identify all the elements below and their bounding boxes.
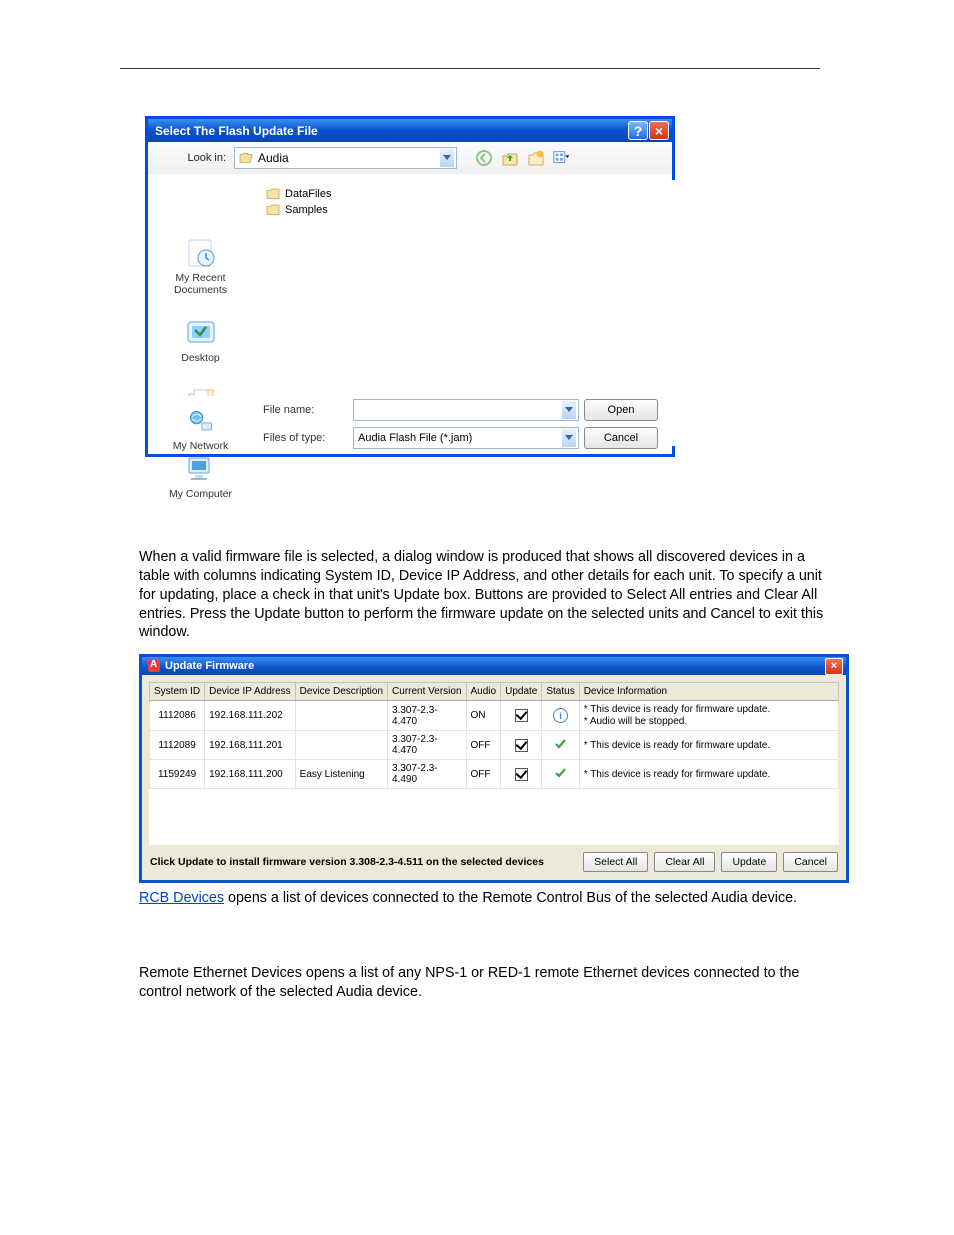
folder-item[interactable]: DataFiles (266, 186, 668, 202)
chevron-down-icon[interactable] (562, 429, 576, 447)
back-icon[interactable] (475, 149, 493, 167)
update-button[interactable]: Update (721, 852, 777, 872)
rcb-devices-link[interactable]: RCB Devices (139, 890, 224, 906)
table-row[interactable]: 1112089 192.168.111.201 3.307-2.3-4.470 … (150, 731, 839, 760)
file-dialog: Select The Flash Update File ? × Look in… (145, 116, 675, 457)
footer-message: Click Update to install firmware version… (150, 856, 577, 868)
folder-icon (266, 188, 280, 200)
views-icon[interactable] (553, 149, 571, 167)
folder-open-icon (239, 152, 253, 164)
col-device-desc[interactable]: Device Description (295, 683, 387, 701)
col-status[interactable]: Status (542, 683, 579, 701)
lookin-row: Look in: Audia (148, 142, 672, 174)
up-one-level-icon[interactable] (501, 149, 519, 167)
update-firmware-dialog: Update Firmware × System ID Device IP Ad… (139, 654, 849, 883)
chevron-down-icon[interactable] (440, 149, 454, 167)
places-bar: My Recent Documents Desktop My Documents… (148, 229, 253, 518)
page-divider (120, 68, 820, 69)
close-button[interactable]: × (825, 658, 843, 675)
body-paragraph: When a valid firmware file is selected, … (139, 548, 839, 642)
lookin-value: Audia (258, 151, 289, 165)
folder-icon (266, 204, 280, 216)
close-button[interactable]: × (649, 121, 669, 140)
update-firmware-title: Update Firmware (165, 660, 254, 672)
place-mycomp[interactable]: My Computer (169, 452, 232, 500)
new-folder-icon[interactable] (527, 149, 545, 167)
lookin-label: Look in: (156, 152, 226, 164)
open-button[interactable]: Open (584, 399, 658, 421)
col-device-ip[interactable]: Device IP Address (205, 683, 296, 701)
col-system-id[interactable]: System ID (150, 683, 205, 701)
app-icon (148, 660, 160, 672)
file-dialog-titlebar[interactable]: Select The Flash Update File ? × (148, 119, 672, 142)
update-firmware-titlebar[interactable]: Update Firmware × (142, 657, 846, 675)
col-device-info[interactable]: Device Information (579, 683, 838, 701)
col-current-ver[interactable]: Current Version (388, 683, 466, 701)
update-checkbox[interactable] (515, 768, 528, 781)
remote-ethernet-link[interactable]: Remote Ethernet Devices (139, 965, 302, 981)
file-dialog-toolbar (475, 149, 571, 167)
checkmark-icon (555, 767, 567, 779)
cancel-button[interactable]: Cancel (584, 427, 658, 449)
device-table: System ID Device IP Address Device Descr… (149, 682, 839, 845)
help-button[interactable]: ? (628, 121, 648, 140)
place-desktop[interactable]: Desktop (181, 316, 220, 364)
filename-label: File name: (263, 404, 353, 416)
cancel-button[interactable]: Cancel (783, 852, 838, 872)
place-recent[interactable]: My Recent Documents (163, 236, 238, 296)
filetype-label: Files of type: (263, 432, 353, 444)
body-paragraph: RCB Devices opens a list of devices conn… (139, 889, 839, 908)
lookin-combo[interactable]: Audia (234, 147, 457, 169)
update-checkbox[interactable] (515, 739, 528, 752)
place-mynetwork[interactable]: My Network (148, 407, 253, 452)
body-paragraph: Remote Ethernet Devices opens a list of … (139, 964, 839, 1002)
folder-item[interactable]: Samples (266, 202, 668, 218)
table-row[interactable]: 1112086 192.168.111.202 3.307-2.3-4.470 … (150, 701, 839, 731)
chevron-down-icon[interactable] (562, 401, 576, 419)
checkmark-icon (555, 738, 567, 750)
update-checkbox[interactable] (515, 709, 528, 722)
clear-all-button[interactable]: Clear All (654, 852, 715, 872)
filename-input[interactable] (353, 399, 579, 421)
filetype-combo[interactable]: Audia Flash File (*.jam) (353, 427, 579, 449)
table-row[interactable]: 1159249 192.168.111.200 Easy Listening 3… (150, 760, 839, 789)
col-update[interactable]: Update (501, 683, 542, 701)
info-icon: i (553, 708, 568, 723)
select-all-button[interactable]: Select All (583, 852, 648, 872)
col-audio[interactable]: Audio (466, 683, 501, 701)
file-dialog-title: Select The Flash Update File (155, 124, 318, 138)
